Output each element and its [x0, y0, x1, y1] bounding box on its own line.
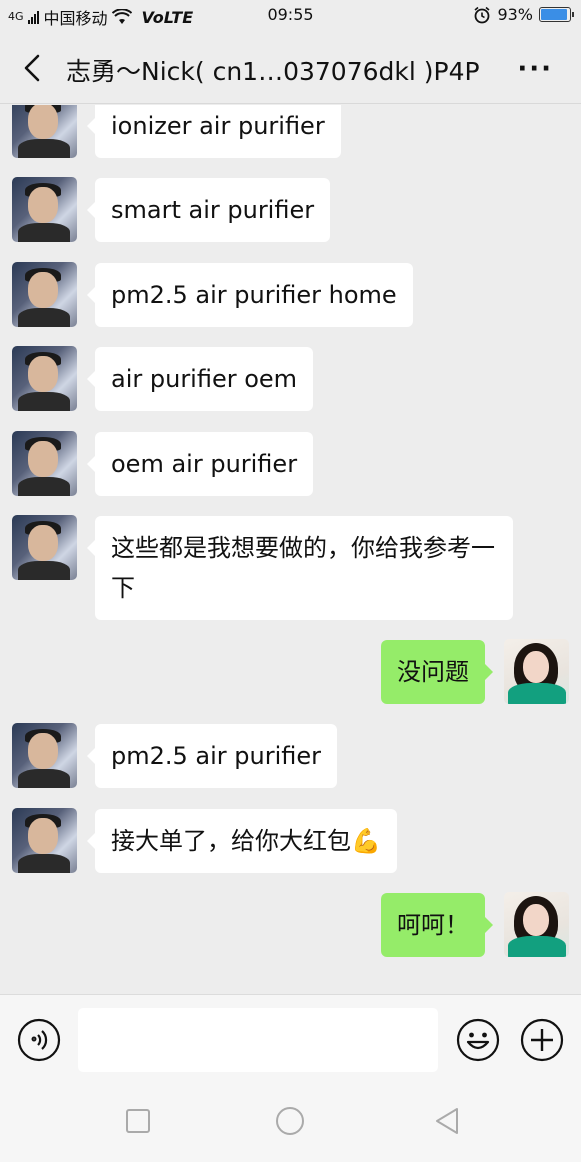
- incoming-message[interactable]: pm2.5 air purifier home: [87, 263, 413, 327]
- message-input[interactable]: [78, 1008, 438, 1072]
- battery-fill: [541, 9, 568, 20]
- incoming-message[interactable]: ionizer air purifier: [87, 105, 341, 158]
- recent-apps-button[interactable]: [123, 1106, 153, 1136]
- voice-icon: [17, 1018, 61, 1062]
- outgoing-message[interactable]: 呵呵！: [381, 893, 493, 957]
- my-avatar[interactable]: [504, 639, 569, 704]
- system-nav-bar: [0, 1080, 581, 1162]
- chevron-left-icon: [24, 54, 40, 82]
- incoming-message[interactable]: pm2.5 air purifier: [86, 724, 338, 788]
- contact-avatar[interactable]: [12, 808, 77, 873]
- voice-button[interactable]: [17, 1018, 61, 1062]
- triangle-back-icon: [436, 1108, 458, 1134]
- home-button[interactable]: [275, 1106, 305, 1136]
- outgoing-message[interactable]: 没问题: [381, 640, 493, 704]
- my-avatar[interactable]: [504, 892, 569, 957]
- incoming-message[interactable]: oem air purifier: [86, 432, 314, 496]
- battery-percent: 93%: [497, 5, 533, 24]
- contact-avatar[interactable]: [12, 346, 77, 411]
- more-dots-icon[interactable]: ···: [517, 54, 553, 84]
- emoji-icon: [456, 1018, 500, 1062]
- contact-avatar[interactable]: [12, 515, 77, 580]
- contact-avatar[interactable]: [12, 262, 77, 327]
- chat-header: 志勇～Nick( cn1…037076dkl )P4P ···: [0, 32, 581, 104]
- plus-icon: [520, 1018, 564, 1062]
- back-button[interactable]: [18, 50, 48, 86]
- incoming-message[interactable]: 接大单了，给你大红包💪: [87, 809, 397, 873]
- incoming-message[interactable]: 这些都是我想要做的，你给我参考一下: [87, 516, 513, 620]
- nav-back-button[interactable]: [432, 1106, 462, 1136]
- contact-avatar[interactable]: [12, 723, 77, 788]
- incoming-message[interactable]: air purifier oem: [86, 347, 314, 411]
- status-right: 93%: [473, 5, 574, 24]
- square-icon: [126, 1109, 150, 1133]
- battery-icon: [539, 7, 574, 22]
- chat-title: 志勇～Nick( cn1…037076dkl )P4P: [66, 57, 480, 86]
- more-functions-button[interactable]: [520, 1018, 564, 1062]
- contact-avatar[interactable]: [12, 177, 77, 242]
- message-list[interactable]: ionizer air purifier smart air purifier …: [0, 105, 581, 993]
- status-bar: 4G 中国移动 VoLTE 09:55 93%: [0, 0, 581, 32]
- incoming-message[interactable]: smart air purifier: [86, 178, 331, 242]
- emoji-button[interactable]: [456, 1018, 500, 1062]
- circle-icon: [276, 1107, 304, 1135]
- alarm-icon: [474, 6, 490, 23]
- contact-avatar[interactable]: [12, 431, 77, 496]
- contact-avatar[interactable]: [12, 105, 77, 158]
- chat-input-bar: [0, 994, 581, 1080]
